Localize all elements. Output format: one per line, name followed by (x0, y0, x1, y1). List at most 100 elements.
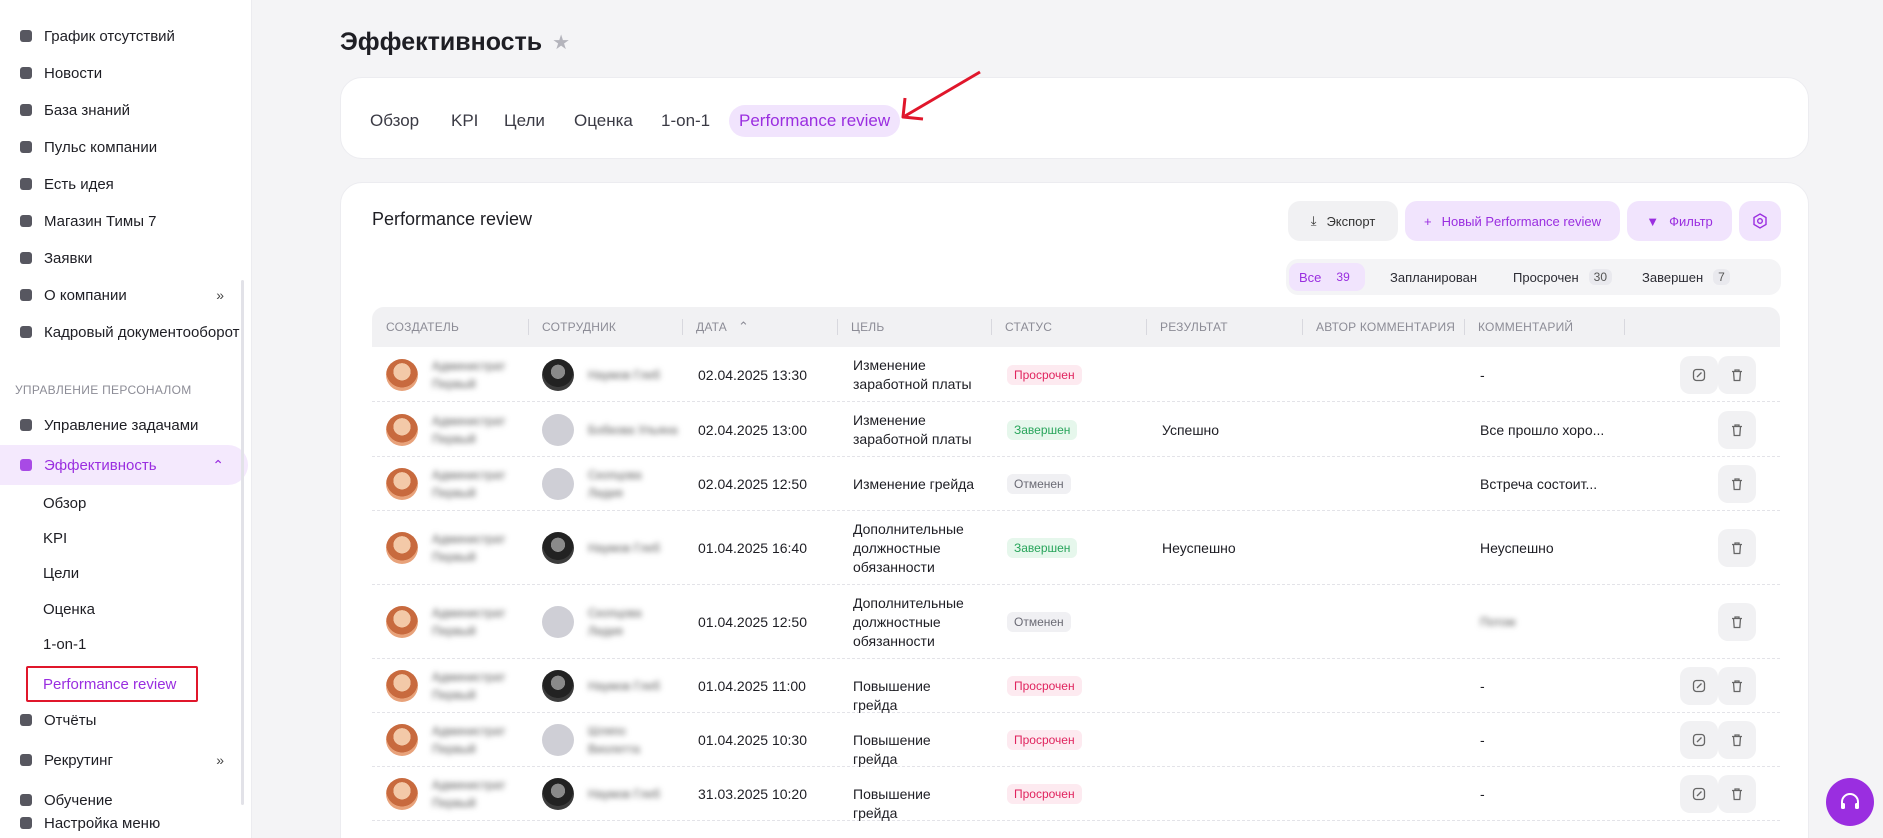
sidebar-subitem-4[interactable]: 1-on-1 (43, 636, 86, 653)
table-row[interactable]: Администрат Первый Наумов Глеб 01.04.2025 … (372, 511, 1780, 585)
table-row[interactable]: Администрат Первый Скопцова Лидия 01.04.20… (372, 585, 1780, 659)
calendar-icon (20, 30, 32, 42)
delete-button[interactable] (1718, 465, 1756, 503)
sidebar-item-label: График отсутствий (44, 27, 175, 45)
column-header-4: Статус (1005, 320, 1053, 334)
column-header-2[interactable]: Дата (696, 307, 727, 347)
column-separator (1464, 319, 1465, 335)
export-label: Экспорт (1326, 213, 1376, 229)
new-performance-review-button[interactable]: + Новый Performance review (1405, 201, 1620, 241)
chevron-right-icon: » (216, 287, 224, 303)
review-comment: - (1480, 678, 1485, 694)
filter-button[interactable]: ▼ Фильтр (1627, 201, 1732, 241)
sidebar-item2-0[interactable]: Управление задачами (0, 405, 248, 445)
tab-3[interactable]: Оценка (574, 105, 633, 137)
edit-button[interactable] (1680, 775, 1718, 813)
delete-button[interactable] (1718, 410, 1756, 449)
sidebar-item-label: Управление задачами (44, 416, 199, 434)
review-goal: Повышение грейда (853, 677, 931, 713)
segment-3[interactable]: Завершен 7 (1632, 263, 1740, 291)
delete-button[interactable] (1718, 667, 1756, 705)
tasks-icon (18, 417, 34, 433)
delete-button[interactable] (1718, 721, 1756, 759)
sidebar-item2-1[interactable]: Эффективность ⌃ (0, 445, 248, 485)
review-date: 31.03.2025 10:20 (698, 786, 807, 802)
sidebar-item-2[interactable]: База знаний (0, 90, 248, 130)
tab-2[interactable]: Цели (504, 105, 545, 137)
sidebar-scrollbar[interactable] (241, 280, 244, 805)
sidebar-item-7[interactable]: О компании » (0, 275, 248, 315)
delete-button[interactable] (1718, 603, 1756, 641)
status-badge: Отменен (1007, 474, 1071, 494)
table-settings-button[interactable] (1739, 201, 1781, 241)
sidebar-item-1[interactable]: Новости (0, 53, 248, 93)
tabs-bar: Обзор KPI Цели Оценка 1-on-1 Performance revi… (340, 77, 1809, 159)
tab-1[interactable]: KPI (451, 105, 478, 137)
sidebar-subitem-1[interactable]: KPI (43, 530, 67, 547)
sidebar-section-label: УПРАВЛЕНИЕ ПЕРСОНАЛОМ (15, 383, 192, 397)
segment-0[interactable]: Все 39 (1289, 263, 1365, 291)
tab-4[interactable]: 1-on-1 (661, 105, 710, 137)
delete-button[interactable] (1718, 355, 1756, 394)
sidebar-item-label: Магазин Тимы 7 (44, 212, 157, 230)
employee-name: Бобкова Ульяна (588, 422, 678, 437)
segment-1[interactable]: Запланирован (1380, 263, 1487, 291)
status-cell: Просрочен (1007, 364, 1082, 386)
column-separator (528, 319, 529, 335)
star-icon[interactable]: ★ (552, 30, 570, 55)
sidebar-subitem-0[interactable]: Обзор (43, 495, 86, 512)
sidebar-item-6[interactable]: Заявки (0, 238, 248, 278)
sidebar-item3-1[interactable]: Рекрутинг » (0, 740, 248, 780)
table-row[interactable]: Администрат Первый Шляпо Виолетта 01.04.20… (372, 713, 1780, 767)
sidebar-item3-0[interactable]: Отчёты (0, 700, 248, 740)
sidebar-subitem-5[interactable]: Performance review (26, 666, 198, 702)
review-date: 01.04.2025 16:40 (698, 540, 807, 556)
status-badge: Просрочен (1007, 784, 1082, 804)
table-row[interactable]: Администрат Первый Наумов Глеб 02.04.2025 … (372, 347, 1780, 402)
table-row[interactable]: Администрат Первый Скопцова Лидия 02.04.20… (372, 457, 1780, 511)
sidebar-item-4[interactable]: Есть идея (0, 164, 248, 204)
sidebar-item-3[interactable]: Пульс компании (0, 127, 248, 167)
creator-avatar (386, 724, 418, 756)
tab-0[interactable]: Обзор (370, 105, 419, 137)
edit-button[interactable] (1680, 667, 1718, 705)
table-row[interactable]: Администрат Первый Бобкова Ульяна 02.04.20… (372, 402, 1780, 457)
segment-label: Все (1299, 269, 1322, 285)
review-comment: - (1480, 732, 1485, 748)
export-button[interactable]: ⤓ Экспорт (1288, 201, 1398, 241)
review-goal: Дополнительные должностные обязанности (853, 594, 964, 649)
status-cell: Просрочен (1007, 675, 1082, 697)
edit-button[interactable] (1680, 721, 1718, 759)
sort-ascending-icon[interactable]: ⌃ (738, 307, 749, 347)
table-row[interactable]: Администрат Первый Наумов Глеб 01.04.2025 … (372, 659, 1780, 713)
review-goal: Дополнительные должностные обязанности (853, 520, 964, 575)
plus-icon: + (1424, 213, 1432, 229)
tasks-icon (20, 419, 32, 431)
briefcase-icon (20, 289, 32, 301)
sidebar-subitem-2[interactable]: Цели (43, 565, 79, 582)
creator-name: Администрат Первый (432, 413, 506, 446)
chevron-up-icon: ⌃ (212, 457, 224, 473)
new-review-label: Новый Performance review (1441, 213, 1601, 229)
table-row[interactable]: Администрат Первый Наумов Глеб 31.03.2025 … (372, 767, 1780, 821)
sidebar-item-8[interactable]: Кадровый документооборот (0, 312, 248, 352)
sidebar: График отсутствий Новости База знаний Пульс… (0, 0, 252, 838)
delete-button[interactable] (1718, 529, 1756, 567)
support-button[interactable] (1826, 778, 1874, 826)
column-header-0: Создатель (386, 320, 460, 334)
sidebar-item-label: Новости (44, 64, 103, 82)
sidebar-subitem-3[interactable]: Оценка (43, 601, 95, 618)
creator-avatar (386, 413, 418, 446)
creator-name: Администрат Первый (432, 670, 506, 702)
creator-name: Администрат Первый (432, 532, 506, 564)
tab-5[interactable]: Performance review (729, 105, 901, 137)
sidebar-item-0[interactable]: График отсутствий (0, 16, 248, 56)
sidebar-item-label: Настройка меню (44, 814, 161, 832)
delete-button[interactable] (1718, 775, 1756, 813)
trash-icon (1732, 542, 1742, 555)
segment-2[interactable]: Просрочен 30 (1503, 263, 1622, 291)
sidebar-item3-3[interactable]: Настройка меню (0, 808, 248, 838)
sidebar-item-5[interactable]: Магазин Тимы 7 (0, 201, 248, 241)
edit-button[interactable] (1680, 355, 1718, 394)
settings-icon (1753, 213, 1767, 229)
